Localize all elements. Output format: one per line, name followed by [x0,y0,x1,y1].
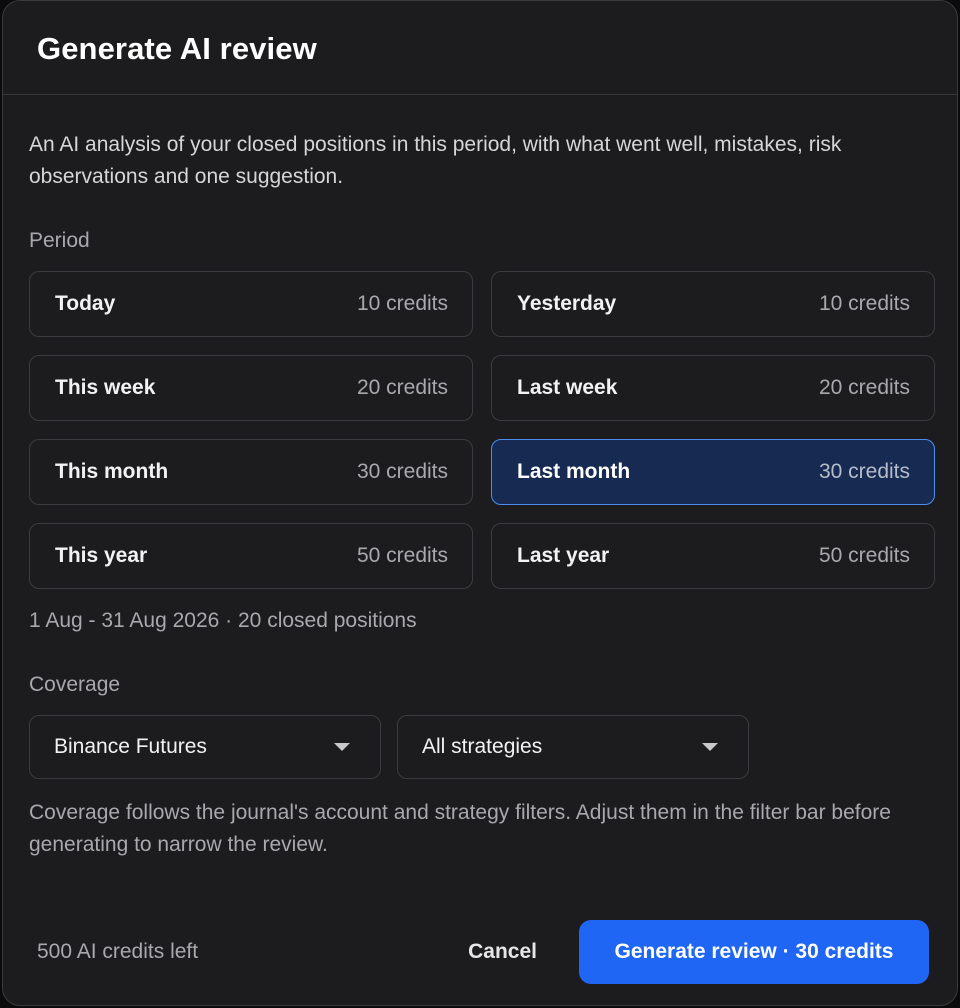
period-option-cost: 50 credits [356,544,448,567]
period-options: Today 10 credits Yesterday 10 credits Th… [29,271,935,589]
period-option-last-year[interactable]: Last year 50 credits [491,523,935,589]
period-range-summary: 1 Aug - 31 Aug 2026 · 20 closed position… [29,609,417,632]
period-option-cost: 20 credits [818,376,910,399]
credits-left-text: 500 AI credits left [37,940,199,963]
period-option-name: Last year [517,544,610,567]
period-option-this-year[interactable]: This year 50 credits [29,523,473,589]
coverage-selects: Binance Futures All strategies [29,715,933,779]
period-label: Period [29,229,90,252]
period-option-cost: 10 credits [818,292,910,315]
period-option-name: Last month [517,460,631,483]
period-option-yesterday[interactable]: Yesterday 10 credits [491,271,935,337]
dialog-title: Generate AI review [37,31,317,66]
period-option-cost: 30 credits [818,460,910,483]
strategy-select[interactable]: All strategies [397,715,749,779]
dialog-header: Generate AI review [3,1,957,95]
dialog-footer: 500 AI credits left Cancel Generate revi… [3,919,957,985]
period-option-cost: 30 credits [356,460,448,483]
period-option-cost: 20 credits [356,376,448,399]
period-option-this-week[interactable]: This week 20 credits [29,355,473,421]
period-option-name: This week [55,376,156,399]
period-option-name: Today [55,292,116,315]
strategy-select-value: All strategies [422,735,543,758]
cancel-button[interactable]: Cancel [468,940,537,964]
coverage-label: Coverage [29,673,121,696]
period-option-this-month[interactable]: This month 30 credits [29,439,473,505]
dialog-body: An AI analysis of your closed positions … [3,95,957,861]
period-option-name: Last week [517,376,618,399]
chevron-down-icon [334,743,350,751]
period-option-cost: 10 credits [356,292,448,315]
chevron-down-icon [702,743,718,751]
period-option-name: This month [55,460,169,483]
dialog-description: An AI analysis of your closed positions … [29,133,842,188]
period-option-last-month[interactable]: Last month 30 credits [491,439,935,505]
period-option-cost: 50 credits [818,544,910,567]
period-option-last-week[interactable]: Last week 20 credits [491,355,935,421]
account-select-value: Binance Futures [54,735,207,758]
period-option-name: This year [55,544,148,567]
coverage-note: Coverage follows the journal's account a… [29,801,891,856]
generate-review-dialog: Generate AI review An AI analysis of you… [2,0,958,1006]
account-select[interactable]: Binance Futures [29,715,381,779]
period-option-name: Yesterday [517,292,617,315]
period-option-today[interactable]: Today 10 credits [29,271,473,337]
generate-review-button[interactable]: Generate review · 30 credits [579,920,929,984]
